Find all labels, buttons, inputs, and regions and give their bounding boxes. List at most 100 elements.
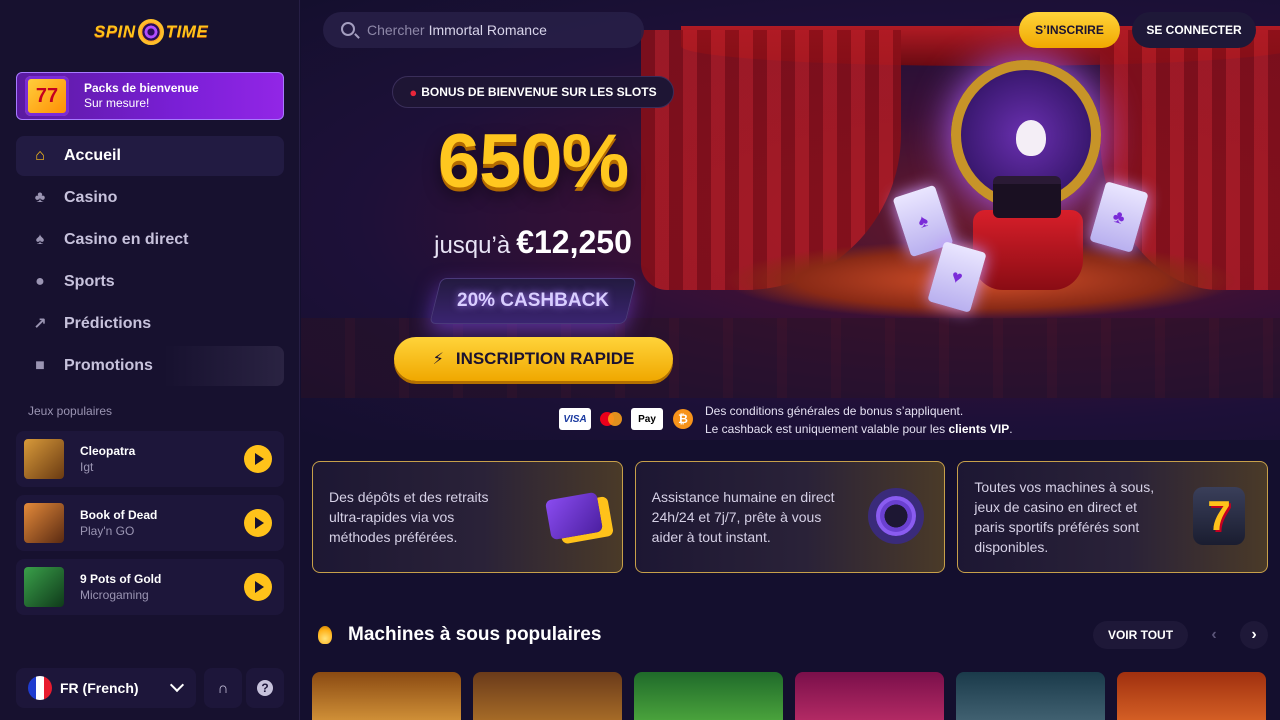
cherries-icon: ♣ bbox=[34, 189, 46, 206]
carousel-next-button[interactable]: › bbox=[1240, 621, 1268, 649]
logo-text-right: TIME bbox=[165, 22, 209, 41]
torch-icon bbox=[318, 626, 332, 644]
spintime-logo[interactable]: SPIN TIME bbox=[94, 12, 208, 52]
popular-slots-header: Machines à sous populaires VOIR TOUT ‹ › bbox=[312, 620, 1268, 650]
feature-card-support: Assistance humaine en direct 24h/24 et 7… bbox=[634, 461, 946, 573]
game-name: 9 Pots of Gold bbox=[80, 572, 162, 586]
slot-seven-icon: 7 bbox=[1187, 484, 1251, 548]
game-thumb bbox=[24, 503, 64, 543]
feature-text: Des dépôts et des retraits ultra-rapides… bbox=[329, 489, 489, 545]
help-button[interactable]: ? bbox=[246, 668, 284, 708]
popular-slots-title: Machines à sous populaires bbox=[348, 624, 602, 645]
play-button[interactable] bbox=[244, 573, 272, 601]
bonus-terms: Des conditions générales de bonus s’appl… bbox=[705, 402, 1013, 438]
headset-icon: ∩ bbox=[217, 679, 229, 697]
cashback-badge: 20% CASHBACK bbox=[429, 278, 637, 324]
main-content: ♠ ♥ ♣ ● BONUS DE BIENVENUE SUR LES SLOTS… bbox=[301, 0, 1280, 720]
search-icon bbox=[341, 22, 355, 36]
logo-swirl-icon bbox=[137, 19, 164, 45]
gold-coins-tile[interactable] bbox=[795, 672, 944, 720]
main-nav: ⌂ Accueil ♣ Casino ♠ Casino en direct ● … bbox=[16, 136, 284, 388]
search-suggestion: Immortal Romance bbox=[428, 22, 547, 38]
headset-icon bbox=[864, 484, 928, 548]
cowboy-tile[interactable] bbox=[1117, 672, 1266, 720]
leprechaun-tile[interactable] bbox=[634, 672, 783, 720]
slots-carousel bbox=[312, 672, 1280, 720]
chevron-down-icon bbox=[169, 677, 185, 693]
nav-item-label: Casino bbox=[64, 189, 118, 206]
bonus-amount: €12,250 bbox=[516, 224, 632, 260]
see-all-button[interactable]: VOIR TOUT bbox=[1093, 621, 1188, 649]
nav-item-casino[interactable]: ♣ Casino bbox=[16, 178, 284, 218]
home-icon: ⌂ bbox=[35, 147, 45, 164]
signup-button[interactable]: S’INSCRIRE bbox=[1019, 12, 1120, 48]
mastercard-icon bbox=[599, 408, 623, 430]
search-placeholder: Chercher bbox=[367, 22, 425, 38]
bitcoin-icon: ₿ bbox=[673, 409, 693, 429]
carousel-prev-button[interactable]: ‹ bbox=[1200, 621, 1228, 649]
welcome-pack-subtitle: Sur mesure! bbox=[84, 96, 150, 110]
game-item-9-pots-of-gold[interactable]: 9 Pots of Gold Microgaming bbox=[16, 559, 284, 615]
nav-item-sports[interactable]: ● Sports bbox=[16, 262, 284, 302]
vip-clients-label: clients VIP bbox=[948, 422, 1010, 436]
game-name: Book of Dead bbox=[80, 508, 158, 522]
gift-icon: ■ bbox=[35, 357, 45, 374]
help-icon: ? bbox=[257, 680, 273, 696]
terms-line-2-prefix: Le cashback est uniquement valable pour … bbox=[705, 422, 946, 436]
game-provider: Igt bbox=[80, 460, 94, 474]
terms-line-2: Le cashback est uniquement valable pour … bbox=[705, 420, 1013, 438]
game-info: Cleopatra Igt bbox=[80, 443, 135, 475]
welcome-pack-title: Packs de bienvenue bbox=[84, 81, 199, 95]
cherry-icon: ● bbox=[409, 84, 418, 100]
nav-item-live-casino[interactable]: ♠ Casino en direct bbox=[16, 220, 284, 260]
chart-trend-icon: ↗ bbox=[33, 316, 47, 333]
nav-item-home[interactable]: ⌂ Accueil bbox=[16, 136, 284, 176]
feature-text: Assistance humaine en direct 24h/24 et 7… bbox=[651, 489, 835, 545]
magic-table bbox=[973, 210, 1083, 290]
nav-item-promotions[interactable]: ■ Promotions bbox=[16, 346, 284, 386]
live-cards-icon: ♠ bbox=[35, 231, 45, 248]
game-item-book-of-dead[interactable]: Book of Dead Play'n GO bbox=[16, 495, 284, 551]
lightning-icon: ⚡ bbox=[432, 351, 444, 368]
bonus-percent: 650% bbox=[437, 119, 629, 204]
game-name: Cleopatra bbox=[80, 444, 136, 458]
eye-of-horus-tile[interactable] bbox=[312, 672, 461, 720]
vampire-tile[interactable] bbox=[956, 672, 1105, 720]
quick-signup-button[interactable]: ⚡ INSCRIPTION RAPIDE bbox=[394, 337, 673, 381]
apple-pay-icon: Pay bbox=[631, 408, 663, 430]
feature-card-payments: Des dépôts et des retraits ultra-rapides… bbox=[312, 461, 623, 573]
nav-item-label: Casino en direct bbox=[64, 231, 189, 248]
support-button[interactable]: ∩ bbox=[204, 668, 242, 708]
game-thumb bbox=[24, 567, 64, 607]
play-button[interactable] bbox=[244, 509, 272, 537]
terms-line-2-suffix: . bbox=[1009, 422, 1013, 436]
cashback-text: 20% CASHBACK bbox=[456, 290, 610, 311]
game-item-cleopatra[interactable]: Cleopatra Igt bbox=[16, 431, 284, 487]
feature-card-games: Toutes vos machines à sous, jeux de casi… bbox=[957, 461, 1269, 573]
welcome-pack-banner[interactable]: 77 Packs de bienvenue Sur mesure! bbox=[16, 72, 284, 120]
language-selector[interactable]: FR (French) bbox=[16, 668, 196, 708]
feature-cards: Des dépôts et des retraits ultra-rapides… bbox=[312, 461, 1269, 573]
soccer-ball-icon: ● bbox=[35, 273, 45, 290]
welcome-bonus-badge: ● BONUS DE BIENVENUE SUR LES SLOTS bbox=[392, 76, 674, 108]
nav-item-label: Sports bbox=[64, 273, 115, 290]
search-input[interactable]: Chercher Immortal Romance bbox=[323, 12, 644, 48]
visa-icon: VISA bbox=[559, 408, 591, 430]
popular-games-heading: Jeux populaires bbox=[28, 404, 113, 418]
login-button[interactable]: SE CONNECTER bbox=[1132, 12, 1256, 48]
language-label: FR (French) bbox=[60, 680, 139, 696]
slot-777-icon: 77 bbox=[25, 76, 69, 116]
terms-line-1: Des conditions générales de bonus s’appl… bbox=[705, 404, 964, 418]
book-of-dead-tile[interactable] bbox=[473, 672, 622, 720]
game-info: Book of Dead Play'n GO bbox=[80, 507, 157, 539]
popular-games-list: Cleopatra Igt Book of Dead Play'n GO 9 P… bbox=[16, 431, 284, 623]
hero-banner: ♠ ♥ ♣ ● BONUS DE BIENVENUE SUR LES SLOTS… bbox=[301, 0, 1280, 440]
nav-item-label: Accueil bbox=[64, 147, 121, 164]
quick-signup-label: INSCRIPTION RAPIDE bbox=[455, 349, 635, 368]
play-button[interactable] bbox=[244, 445, 272, 473]
magic-hat bbox=[993, 176, 1061, 218]
nav-item-predictions[interactable]: ↗ Prédictions bbox=[16, 304, 284, 344]
nav-item-label: Prédictions bbox=[64, 315, 152, 332]
nav-item-label: Promotions bbox=[64, 357, 153, 374]
game-provider: Microgaming bbox=[80, 588, 149, 602]
